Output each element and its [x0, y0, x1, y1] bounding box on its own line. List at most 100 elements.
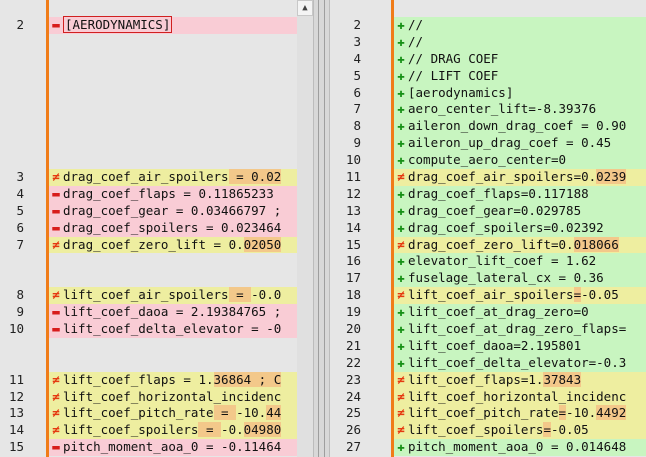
line-content[interactable]	[49, 101, 297, 119]
line-content[interactable]: ≠ drag_coef_zero_lift=0.018066	[394, 236, 646, 254]
diff-line[interactable]	[0, 118, 297, 136]
line-content[interactable]: ✚ lift_coef_at_drag_zero_flaps=	[394, 321, 646, 338]
diff-line[interactable]: 5 ▬ drag_coef_gear = 0.03466797 ;	[0, 202, 297, 220]
diff-line[interactable]: 11 ≠ drag_coef_air_spoilers=0.0239	[330, 169, 646, 186]
line-content[interactable]: ✚//	[394, 33, 646, 51]
line-content[interactable]: ✚// DRAG COEF	[394, 50, 646, 68]
line-content[interactable]	[49, 337, 297, 355]
line-content[interactable]: ≠ drag_coef_air_spoilers=0.0239	[394, 169, 646, 186]
line-content[interactable]: ✚ lift_coef_delta_elevator=-0.3	[394, 354, 646, 372]
diff-line[interactable]	[0, 67, 297, 85]
line-content[interactable]: ▬ drag_coef_spoilers = 0.023464	[49, 219, 297, 237]
diff-line[interactable]: 15 ▬ pitch_moment_aoa_0 = -0.11464	[0, 439, 297, 457]
line-content[interactable]: ▬ pitch_moment_aoa_0 = -0.11464	[49, 439, 297, 457]
line-content[interactable]: ✚ aileron_up_drag_coef = 0.45	[394, 135, 646, 153]
line-content[interactable]	[49, 50, 297, 68]
diff-line[interactable]: 9 ✚ aileron_up_drag_coef = 0.45	[330, 135, 646, 153]
diff-line[interactable]: 26 ≠ lift_coef_spoilers=-0.05	[330, 422, 646, 440]
line-content[interactable]: ✚ lift_coef_at_drag_zero=0	[394, 304, 646, 322]
line-content[interactable]: ▬ drag_coef_flaps = 0.11865233	[49, 185, 297, 203]
diff-line[interactable]: 7 ✚ aero_center_lift=-8.39376	[330, 101, 646, 119]
right-code-lines[interactable]: 2 ✚//3 ✚//4 ✚// DRAG COEF 5 ✚// LIFT COEF 6 ✚ [a…	[330, 17, 646, 457]
line-content[interactable]: ≠ lift_coef_flaps = 1.36864 ; C	[49, 371, 297, 389]
line-content[interactable]: ✚ drag_coef_gear=0.029785	[394, 202, 646, 220]
line-content[interactable]: ✚ pitch_moment_aoa_0 = 0.014648	[394, 439, 646, 457]
diff-line[interactable]: 14 ✚ drag_coef_spoilers=0.02392	[330, 219, 646, 237]
line-content[interactable]: ≠ drag_coef_zero_lift = 0.02050	[49, 236, 297, 254]
line-content[interactable]	[49, 152, 297, 170]
line-content[interactable]	[49, 33, 297, 51]
line-content[interactable]: ✚ drag_coef_flaps=0.117188	[394, 185, 646, 203]
diff-line[interactable]: 3 ≠ drag_coef_air_spoilers = 0.02	[0, 169, 297, 186]
diff-line[interactable]	[0, 354, 297, 372]
splitter-grip[interactable]	[318, 0, 325, 457]
diff-line[interactable]: 16 ✚ elevator_lift_coef = 1.62	[330, 253, 646, 271]
line-content[interactable]: ≠ lift_coef_spoilers=-0.05	[394, 422, 646, 440]
diff-line[interactable]	[0, 152, 297, 170]
line-content[interactable]: ✚ drag_coef_spoilers=0.02392	[394, 219, 646, 237]
line-content[interactable]: ≠ drag_coef_air_spoilers = 0.02	[49, 169, 297, 186]
diff-line[interactable]: 12 ✚ drag_coef_flaps=0.117188	[330, 185, 646, 203]
diff-line[interactable]: 8 ≠ lift_coef_air_spoilers = -0.0	[0, 287, 297, 305]
line-content[interactable]: ✚ aero_center_lift=-8.39376	[394, 101, 646, 119]
line-content[interactable]: ✚ fuselage_lateral_cx = 0.36	[394, 270, 646, 288]
line-content[interactable]: ✚//	[394, 17, 646, 34]
line-content[interactable]	[49, 118, 297, 136]
line-content[interactable]: ▬ lift_coef_delta_elevator = -0	[49, 321, 297, 338]
scroll-up-arrow-icon[interactable]: ▲	[297, 0, 313, 16]
diff-line[interactable]	[0, 84, 297, 102]
diff-line[interactable]	[0, 33, 297, 51]
diff-line[interactable]: 10 ▬ lift_coef_delta_elevator = -0	[0, 321, 297, 338]
line-content[interactable]: ✚ aileron_down_drag_coef = 0.90	[394, 118, 646, 136]
diff-line[interactable]: 14 ≠ lift_coef_spoilers = -0.04980	[0, 422, 297, 440]
line-content[interactable]	[49, 253, 297, 271]
diff-line[interactable]: 27 ✚ pitch_moment_aoa_0 = 0.014648	[330, 439, 646, 457]
line-content[interactable]: ✚ lift_coef_daoa=2.195801	[394, 337, 646, 355]
line-content[interactable]: ✚ elevator_lift_coef = 1.62	[394, 253, 646, 271]
diff-line[interactable]: 20 ✚ lift_coef_at_drag_zero_flaps=	[330, 321, 646, 338]
diff-line[interactable]: 2 ▬ [AERODYNAMICS]	[0, 16, 297, 34]
left-vertical-scrollbar[interactable]: ▲	[297, 0, 313, 457]
diff-line[interactable]: 5 ✚// LIFT COEF	[330, 67, 646, 85]
diff-line[interactable]: 22 ✚ lift_coef_delta_elevator=-0.3	[330, 354, 646, 372]
diff-line[interactable]: 24 ≠ lift_coef_horizontal_incidenc	[330, 388, 646, 406]
diff-line[interactable]: 13 ≠ lift_coef_pitch_rate = -10.44	[0, 405, 297, 423]
left-file-pane[interactable]: 2 ▬ [AERODYNAMICS] 3 ≠ drag_coef_air_spoilers…	[0, 0, 313, 457]
diff-line[interactable]: 6 ▬ drag_coef_spoilers = 0.023464	[0, 219, 297, 237]
pane-splitter[interactable]	[313, 0, 330, 457]
line-content[interactable]: ✚// LIFT COEF	[394, 67, 646, 85]
diff-line[interactable]	[0, 253, 297, 271]
diff-line[interactable]: 4 ✚// DRAG COEF	[330, 50, 646, 68]
diff-line[interactable]: 18 ≠ lift_coef_air_spoilers=-0.05	[330, 287, 646, 305]
diff-line[interactable]: 3 ✚//	[330, 33, 646, 51]
diff-line[interactable]	[0, 135, 297, 153]
line-content[interactable]	[49, 354, 297, 372]
diff-line[interactable]	[0, 337, 297, 355]
line-content[interactable]	[49, 84, 297, 102]
line-content[interactable]: ≠ lift_coef_horizontal_incidenc	[394, 388, 646, 406]
diff-line[interactable]: 23 ≠ lift_coef_flaps=1.37843	[330, 371, 646, 389]
diff-line[interactable]: 15 ≠ drag_coef_zero_lift=0.018066	[330, 236, 646, 254]
diff-line[interactable]	[0, 50, 297, 68]
diff-line[interactable]: 17 ✚ fuselage_lateral_cx = 0.36	[330, 270, 646, 288]
diff-line[interactable]	[0, 270, 297, 288]
line-content[interactable]: ≠ lift_coef_air_spoilers=-0.05	[394, 287, 646, 305]
line-content[interactable]: ≠ lift_coef_flaps=1.37843	[394, 371, 646, 389]
line-content[interactable]	[49, 67, 297, 85]
diff-line[interactable]: 21 ✚ lift_coef_daoa=2.195801	[330, 337, 646, 355]
line-content[interactable]: ≠ lift_coef_air_spoilers = -0.0	[49, 287, 297, 305]
diff-line[interactable]: 12 ≠ lift_coef_horizontal_incidenc	[0, 388, 297, 406]
line-content[interactable]: ≠ lift_coef_spoilers = -0.04980	[49, 422, 297, 440]
line-content[interactable]: ▬ lift_coef_daoa = 2.19384765 ;	[49, 304, 297, 322]
diff-line[interactable]: 10 ✚ compute_aero_center=0	[330, 152, 646, 170]
diff-line[interactable]: 19 ✚ lift_coef_at_drag_zero=0	[330, 304, 646, 322]
diff-line[interactable]: 11 ≠ lift_coef_flaps = 1.36864 ; C	[0, 371, 297, 389]
line-content[interactable]: ✚ [aerodynamics]	[394, 84, 646, 102]
diff-line[interactable]: 6 ✚ [aerodynamics]	[330, 84, 646, 102]
diff-line[interactable]: 4 ▬ drag_coef_flaps = 0.11865233	[0, 185, 297, 203]
diff-line[interactable]: 8 ✚ aileron_down_drag_coef = 0.90	[330, 118, 646, 136]
line-content[interactable]: ≠ lift_coef_pitch_rate=-10.4492	[394, 405, 646, 423]
line-content[interactable]: ≠ lift_coef_pitch_rate = -10.44	[49, 405, 297, 423]
diff-line[interactable]: 13 ✚ drag_coef_gear=0.029785	[330, 202, 646, 220]
line-content[interactable]: ✚ compute_aero_center=0	[394, 152, 646, 170]
